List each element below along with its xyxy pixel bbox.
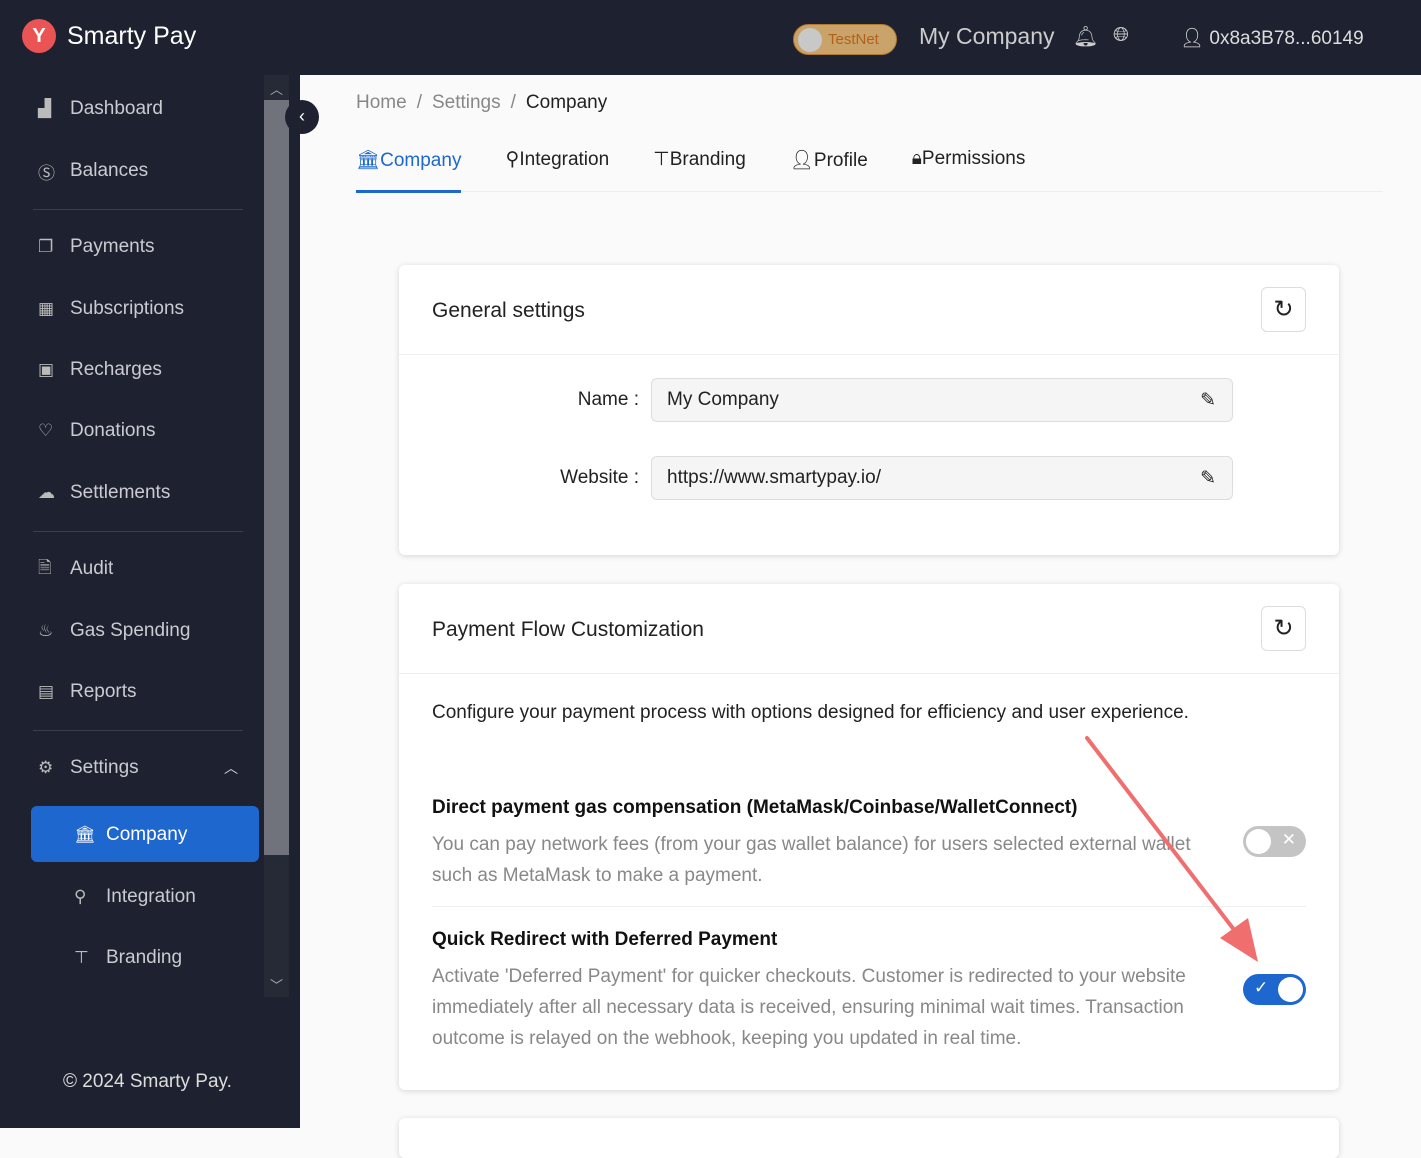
annotation-arrow — [1085, 736, 1258, 962]
